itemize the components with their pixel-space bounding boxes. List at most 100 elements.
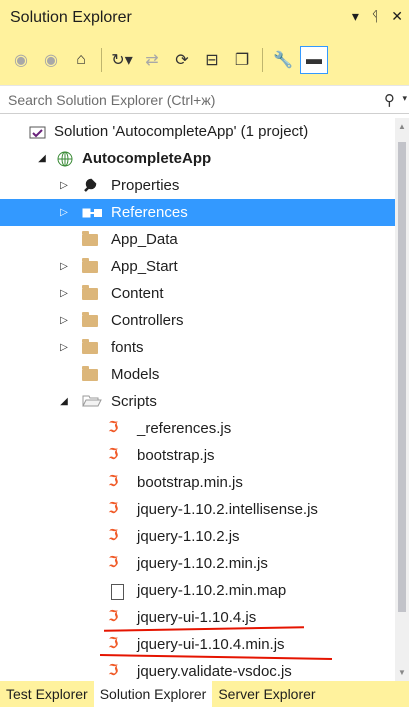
show-all-files-icon[interactable]: ❐ xyxy=(229,47,255,73)
solution-explorer-panel: Solution Explorer ▾ ᛩ ✕ ◉ ◉ ⌂ ↻▾ ⇄ ⟳ ⊟ ❐… xyxy=(0,0,409,707)
web-project-icon xyxy=(56,151,74,167)
tree-item-label: jquery-1.10.2.intellisense.js xyxy=(137,501,318,518)
tree-item-label: jquery-1.10.2.min.js xyxy=(137,555,268,572)
tree-item-file[interactable]: ℑ bootstrap.js xyxy=(0,442,395,469)
tree-item-properties[interactable]: ▷ Properties xyxy=(0,172,395,199)
toolbar-separator xyxy=(262,48,263,72)
tree-item-models[interactable]: Models xyxy=(0,361,395,388)
scrollbar-thumb[interactable] xyxy=(398,142,406,612)
js-file-icon: ℑ xyxy=(108,500,119,517)
toolbar: ◉ ◉ ⌂ ↻▾ ⇄ ⟳ ⊟ ❐ 🔧 ▬ xyxy=(0,35,409,85)
tab-solution-explorer[interactable]: Solution Explorer xyxy=(93,681,213,707)
tree-item-content[interactable]: ▷ Content xyxy=(0,280,395,307)
tree-item-label: bootstrap.min.js xyxy=(137,474,243,491)
collapse-all-icon[interactable]: ⊟ xyxy=(199,47,225,73)
tree-item-label: Models xyxy=(111,366,160,383)
tree-item-file[interactable]: ℑ jquery.validate-vsdoc.js xyxy=(0,658,395,681)
title-controls: ▾ ᛩ ✕ xyxy=(352,8,403,25)
tree-item-file[interactable]: ℑ jquery-1.10.2.intellisense.js xyxy=(0,496,395,523)
folder-icon xyxy=(82,312,100,329)
search-icon[interactable]: ⚲ xyxy=(384,91,395,109)
pin-icon[interactable]: ᛩ xyxy=(371,8,379,25)
map-file-icon xyxy=(111,583,129,600)
js-file-icon: ℑ xyxy=(108,554,119,571)
wrench-icon[interactable]: 🔧 xyxy=(270,47,296,73)
tree-item-label: Solution 'AutocompleteApp' (1 project) xyxy=(54,123,309,140)
tree-item-label: jquery-1.10.2.min.map xyxy=(137,582,287,599)
close-icon[interactable]: ✕ xyxy=(391,8,403,25)
tree-item-label: References xyxy=(111,204,188,221)
folder-icon xyxy=(82,366,100,383)
folder-icon xyxy=(82,339,100,356)
tree-item-label: jquery-1.10.2.js xyxy=(137,528,240,545)
tree-item-file[interactable]: ℑ jquery-1.10.2.min.js xyxy=(0,550,395,577)
scroll-up-icon[interactable]: ▲ xyxy=(398,122,406,131)
wrench-icon xyxy=(82,177,100,193)
tree-item-file[interactable]: ℑ _references.js xyxy=(0,415,395,442)
expanded-arrow-icon[interactable]: ◢ xyxy=(58,396,70,407)
collapsed-arrow-icon[interactable]: ▷ xyxy=(58,180,70,191)
tree-item-file[interactable]: jquery-1.10.2.min.map xyxy=(0,577,395,604)
tree-item-label: Properties xyxy=(111,177,180,194)
sync-icon[interactable]: ⇄ xyxy=(139,47,165,73)
tree-item-label: App_Start xyxy=(111,258,178,275)
tree-item-file[interactable]: ℑ jquery-ui-1.10.4.js xyxy=(0,604,395,632)
home-icon[interactable]: ⌂ xyxy=(68,47,94,73)
expanded-arrow-icon[interactable]: ◢ xyxy=(36,153,48,164)
tree-item-label: jquery-ui-1.10.4.js xyxy=(137,609,257,626)
js-file-icon: ℑ xyxy=(108,446,119,463)
collapsed-arrow-icon[interactable]: ▷ xyxy=(58,261,70,272)
tree-item-label: _references.js xyxy=(137,420,232,437)
tree-item-label: App_Data xyxy=(111,231,178,248)
bottom-tab-bar: Test Explorer Solution Explorer Server E… xyxy=(0,681,409,707)
tree-item-app-start[interactable]: ▷ App_Start xyxy=(0,253,395,280)
solution-tree: Solution 'AutocompleteApp' (1 project) ◢… xyxy=(0,118,395,681)
js-file-icon: ℑ xyxy=(108,419,119,436)
collapsed-arrow-icon[interactable]: ▷ xyxy=(58,315,70,326)
collapsed-arrow-icon[interactable]: ▷ xyxy=(58,288,70,299)
folder-icon xyxy=(82,231,100,248)
tree-item-scripts[interactable]: ◢ Scripts xyxy=(0,388,395,415)
tree-item-label: jquery-ui-1.10.4.min.js xyxy=(137,636,285,653)
references-icon xyxy=(82,205,102,221)
js-file-icon: ℑ xyxy=(108,635,119,652)
tree-item-controllers[interactable]: ▷ Controllers xyxy=(0,307,395,334)
tree-item-label: Content xyxy=(111,285,164,302)
open-folder-icon xyxy=(82,393,102,409)
tree-item-label: bootstrap.js xyxy=(137,447,215,464)
js-file-icon: ℑ xyxy=(108,527,119,544)
folder-icon xyxy=(82,285,100,302)
collapsed-arrow-icon[interactable]: ▷ xyxy=(58,342,70,353)
vertical-scrollbar[interactable]: ▲ ▼ xyxy=(395,118,409,681)
tree-item-label: Controllers xyxy=(111,312,184,329)
tree-item-file[interactable]: ℑ jquery-ui-1.10.4.min.js xyxy=(0,631,395,661)
js-file-icon: ℑ xyxy=(108,608,119,625)
tree-item-app-data[interactable]: App_Data xyxy=(0,226,395,253)
panel-title: Solution Explorer xyxy=(10,8,132,26)
search-bar: ⚲ ▾ xyxy=(0,85,409,114)
tree-item-file[interactable]: ℑ jquery-1.10.2.js xyxy=(0,523,395,550)
chevron-down-icon[interactable]: ▾ xyxy=(402,93,407,104)
tree-item-label: fonts xyxy=(111,339,144,356)
pending-changes-icon[interactable]: ↻▾ xyxy=(109,47,135,73)
scroll-down-icon[interactable]: ▼ xyxy=(398,668,406,677)
window-dropdown-icon[interactable]: ▾ xyxy=(352,8,359,25)
tab-test-explorer[interactable]: Test Explorer xyxy=(0,681,94,707)
tree-item-solution[interactable]: Solution 'AutocompleteApp' (1 project) xyxy=(0,118,395,145)
solution-icon xyxy=(29,124,47,140)
back-icon[interactable]: ◉ xyxy=(8,47,34,73)
js-file-icon: ℑ xyxy=(108,662,119,679)
tree-item-fonts[interactable]: ▷ fonts xyxy=(0,334,395,361)
tree-item-references[interactable]: ▷ References xyxy=(0,199,395,226)
toolbar-separator xyxy=(101,48,102,72)
tree-item-project[interactable]: ◢ AutocompleteApp xyxy=(0,145,395,172)
forward-icon[interactable]: ◉ xyxy=(38,47,64,73)
js-file-icon: ℑ xyxy=(108,473,119,490)
search-input[interactable] xyxy=(6,90,370,109)
tree-item-file[interactable]: ℑ bootstrap.min.js xyxy=(0,469,395,496)
refresh-icon[interactable]: ⟳ xyxy=(169,47,195,73)
preview-icon[interactable]: ▬ xyxy=(300,46,328,74)
tree-item-label: AutocompleteApp xyxy=(82,150,212,167)
tab-server-explorer[interactable]: Server Explorer xyxy=(212,681,321,707)
collapsed-arrow-icon[interactable]: ▷ xyxy=(58,207,70,218)
